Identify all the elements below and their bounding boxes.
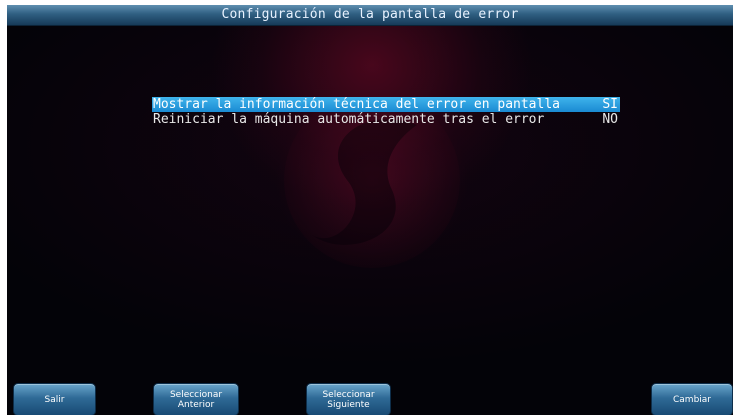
select-previous-button[interactable]: Seleccionar Anterior [153,383,239,415]
option-auto-restart[interactable]: Reiniciar la máquina automáticamente tra… [152,112,620,127]
option-label: Reiniciar la máquina automáticamente tra… [153,112,545,127]
change-button[interactable]: Cambiar [651,383,733,415]
select-next-label-line2: Siguiente [327,399,370,410]
select-previous-label-line1: Seleccionar [169,389,223,400]
exit-button-label: Salir [44,394,65,405]
option-value: NO [602,112,618,127]
change-button-label: Cambiar [673,394,711,405]
select-next-label-line1: Seleccionar [322,389,375,400]
option-show-technical-info[interactable]: Mostrar la información técnica del error… [152,97,620,112]
select-previous-label-line2: Anterior [177,399,215,410]
option-value: SI [602,97,618,112]
exit-button[interactable]: Salir [13,383,96,415]
option-label: Mostrar la información técnica del error… [153,97,560,112]
title-bar: Configuración de la pantalla de error [7,5,733,26]
select-next-button[interactable]: Seleccionar Siguiente [306,383,391,415]
error-screen-config-panel: Configuración de la pantalla de error Mo… [7,5,733,415]
screen: Configuración de la pantalla de error Mo… [0,0,739,415]
page-title: Configuración de la pantalla de error [221,7,519,22]
